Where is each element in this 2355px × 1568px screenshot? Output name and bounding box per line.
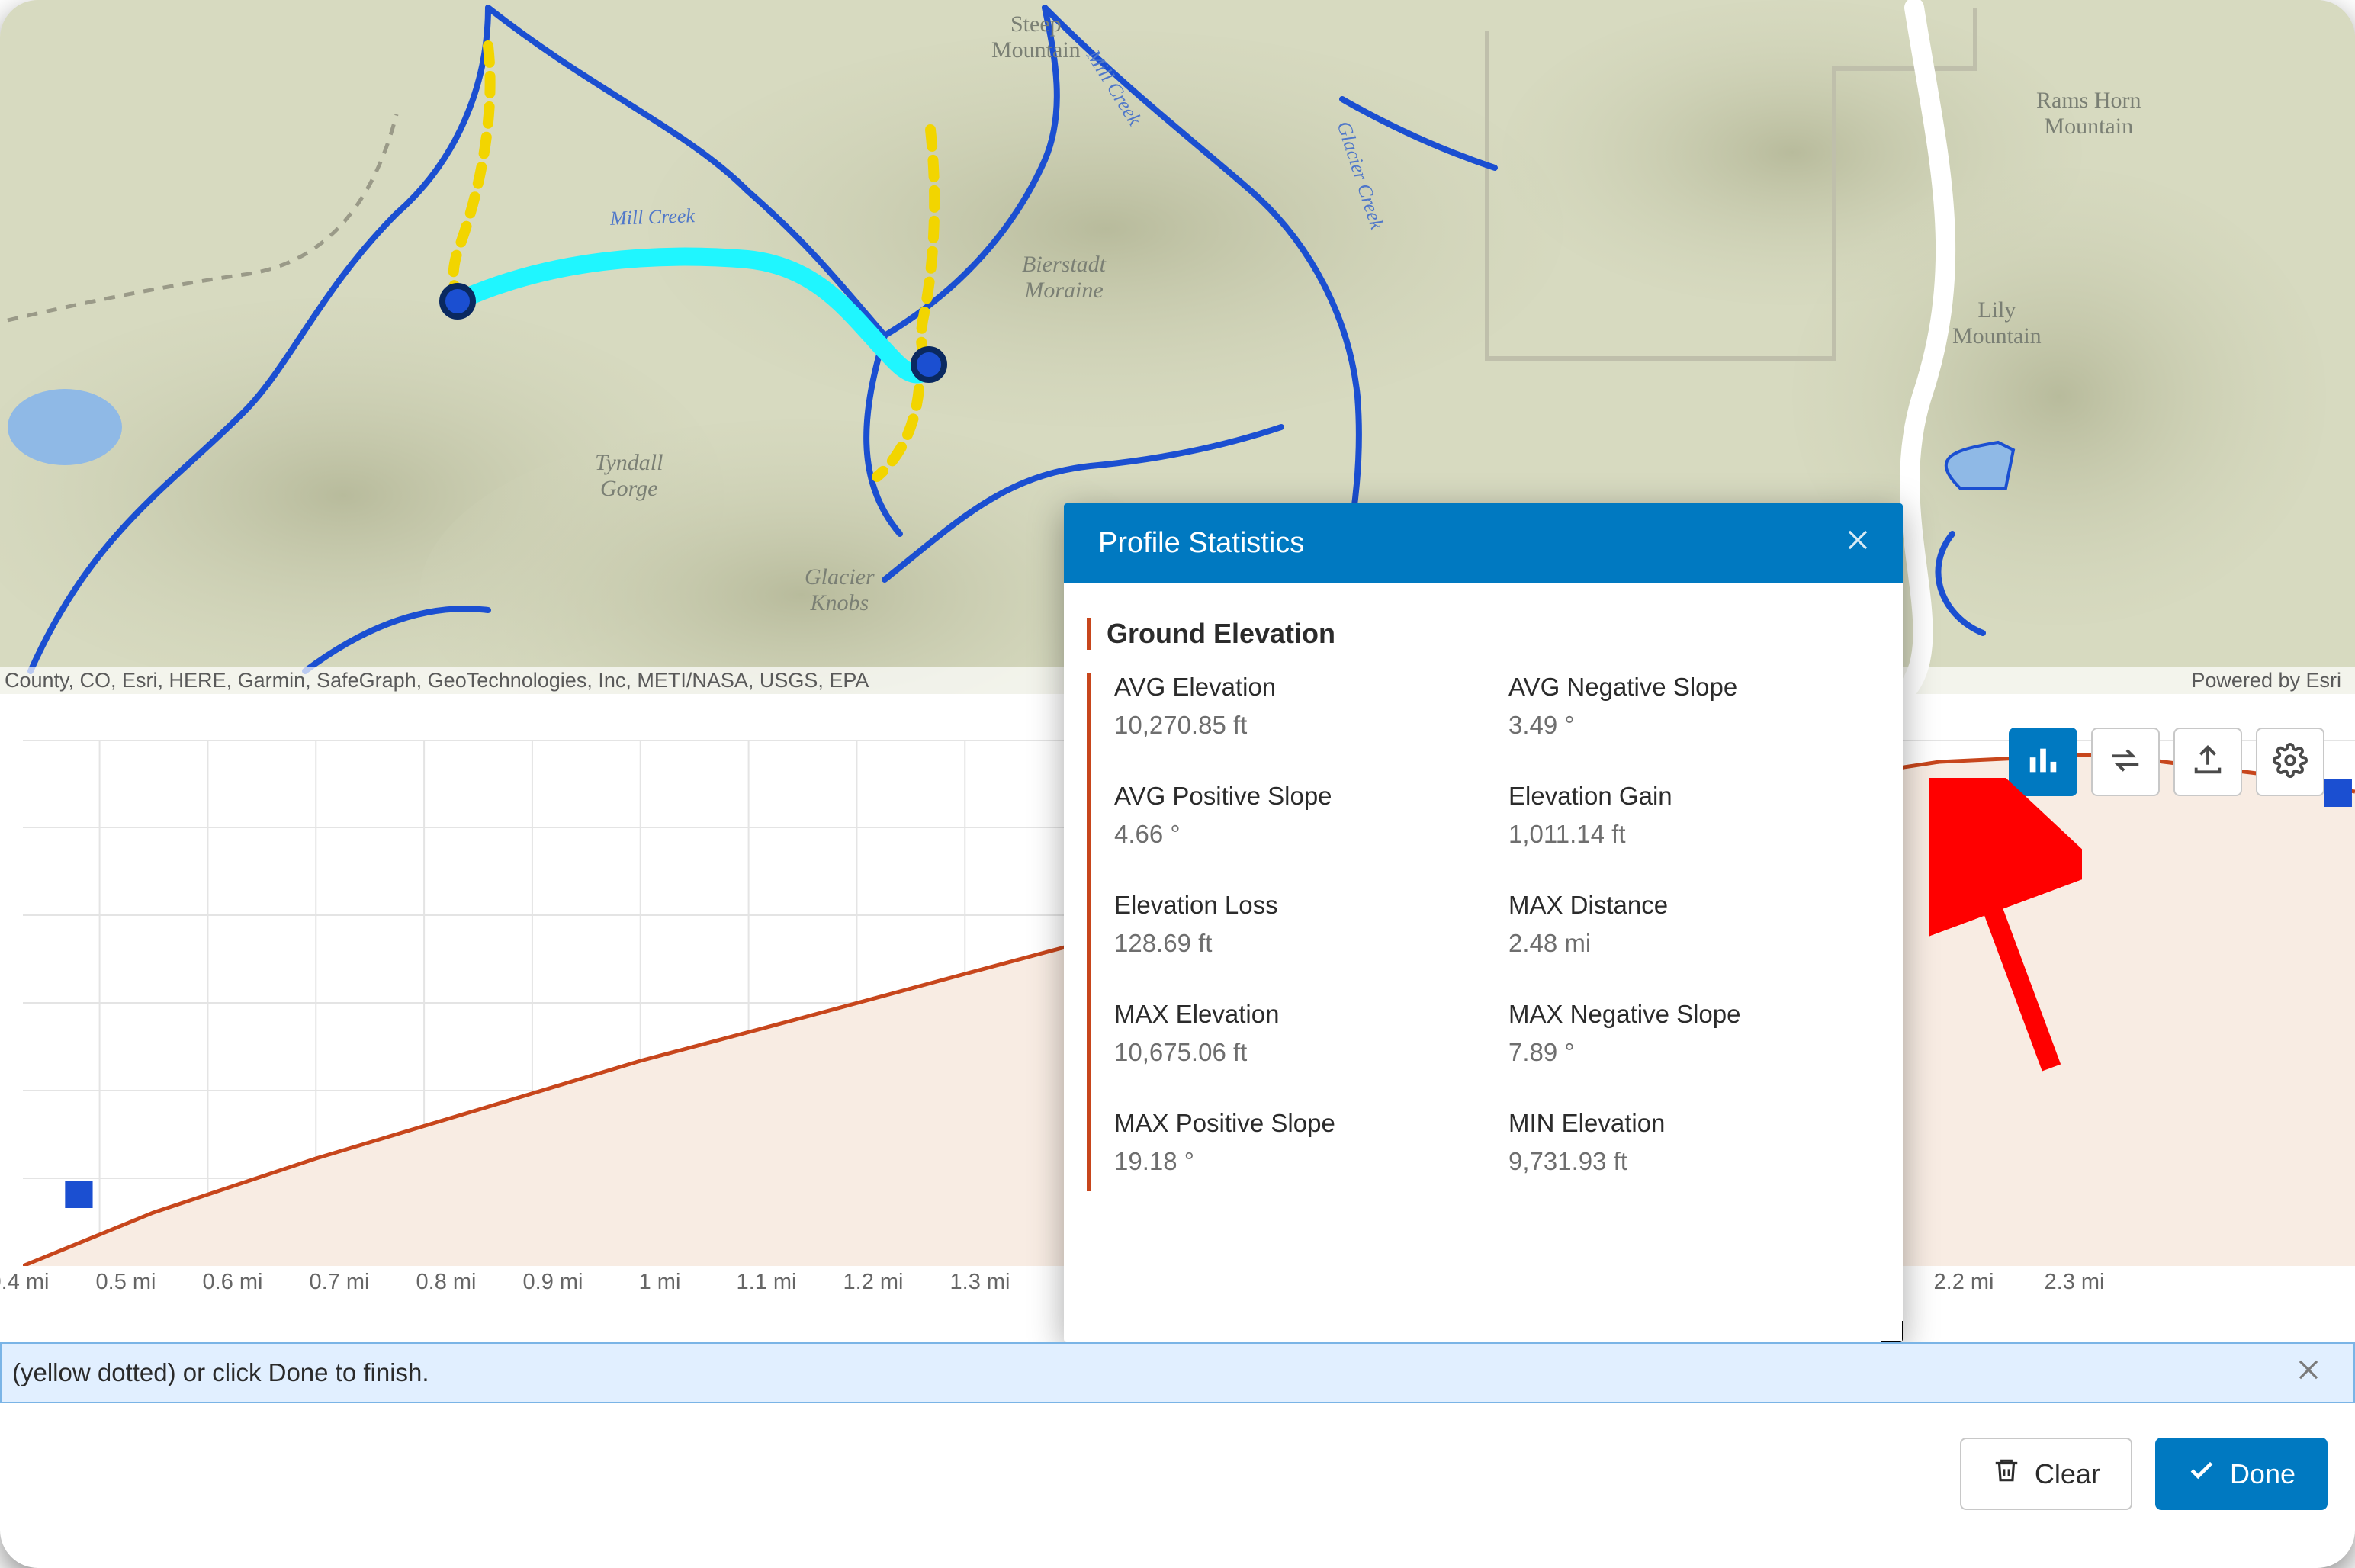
- profile-statistics-popup[interactable]: Profile Statistics Ground Elevation AVG …: [1064, 503, 1903, 1342]
- chart-end-marker: [2324, 779, 2352, 807]
- stats-title: Profile Statistics: [1098, 527, 1304, 560]
- settings-button[interactable]: [2256, 728, 2324, 796]
- check-icon: [2187, 1456, 2216, 1492]
- stat-avg-pos-slope: AVG Positive Slope 4.66 °: [1114, 782, 1493, 849]
- export-button[interactable]: [2173, 728, 2242, 796]
- chart-toolbar: [2009, 728, 2324, 796]
- stat-elev-loss: Elevation Loss 128.69 ft: [1114, 891, 1493, 958]
- gear-icon: [2273, 743, 2308, 782]
- stats-grid: AVG Elevation 10,270.85 ft AVG Negative …: [1087, 673, 1888, 1191]
- clear-label: Clear: [2035, 1458, 2100, 1490]
- instruction-text: (yellow dotted) or click Done to finish.: [12, 1358, 429, 1387]
- clear-button[interactable]: Clear: [1960, 1438, 2132, 1510]
- bar-chart-icon: [2026, 743, 2061, 782]
- stats-button[interactable]: [2009, 728, 2077, 796]
- stats-close-button[interactable]: [1843, 525, 1872, 562]
- route-start-node: [442, 286, 473, 316]
- chart-start-marker: [65, 1181, 92, 1208]
- instruction-message: (yellow dotted) or click Done to finish.: [0, 1342, 2355, 1403]
- close-icon: [2294, 1361, 2323, 1390]
- stats-group-title: Ground Elevation: [1087, 618, 1888, 650]
- stat-max-neg-slope: MAX Negative Slope 7.89 °: [1508, 1000, 1888, 1067]
- reverse-button[interactable]: [2091, 728, 2160, 796]
- done-button[interactable]: Done: [2155, 1438, 2328, 1510]
- map-powered-by: Powered by Esri: [2191, 669, 2341, 692]
- stat-max-dist: MAX Distance 2.48 mi: [1508, 891, 1888, 958]
- map-attribution-text: County, CO, Esri, HERE, Garmin, SafeGrap…: [5, 669, 869, 692]
- stat-max-pos-slope: MAX Positive Slope 19.18 °: [1114, 1109, 1493, 1176]
- stat-avg-elevation: AVG Elevation 10,270.85 ft: [1114, 673, 1493, 740]
- stat-max-elev: MAX Elevation 10,675.06 ft: [1114, 1000, 1493, 1067]
- stat-avg-neg-slope: AVG Negative Slope 3.49 °: [1508, 673, 1888, 740]
- route-end-node: [914, 349, 944, 380]
- close-icon: [1843, 529, 1872, 561]
- trash-icon: [1992, 1456, 2021, 1492]
- export-icon: [2190, 743, 2225, 782]
- lake: [8, 389, 122, 465]
- stats-header[interactable]: Profile Statistics: [1064, 503, 1903, 583]
- resize-handle-icon[interactable]: [1881, 1321, 1903, 1342]
- swap-icon: [2108, 743, 2143, 782]
- instruction-close-button[interactable]: [2294, 1355, 2323, 1390]
- done-label: Done: [2230, 1458, 2296, 1490]
- stat-elev-gain: Elevation Gain 1,011.14 ft: [1508, 782, 1888, 849]
- stat-min-elev: MIN Elevation 9,731.93 ft: [1508, 1109, 1888, 1176]
- footer-actions: Clear Done: [1960, 1438, 2328, 1510]
